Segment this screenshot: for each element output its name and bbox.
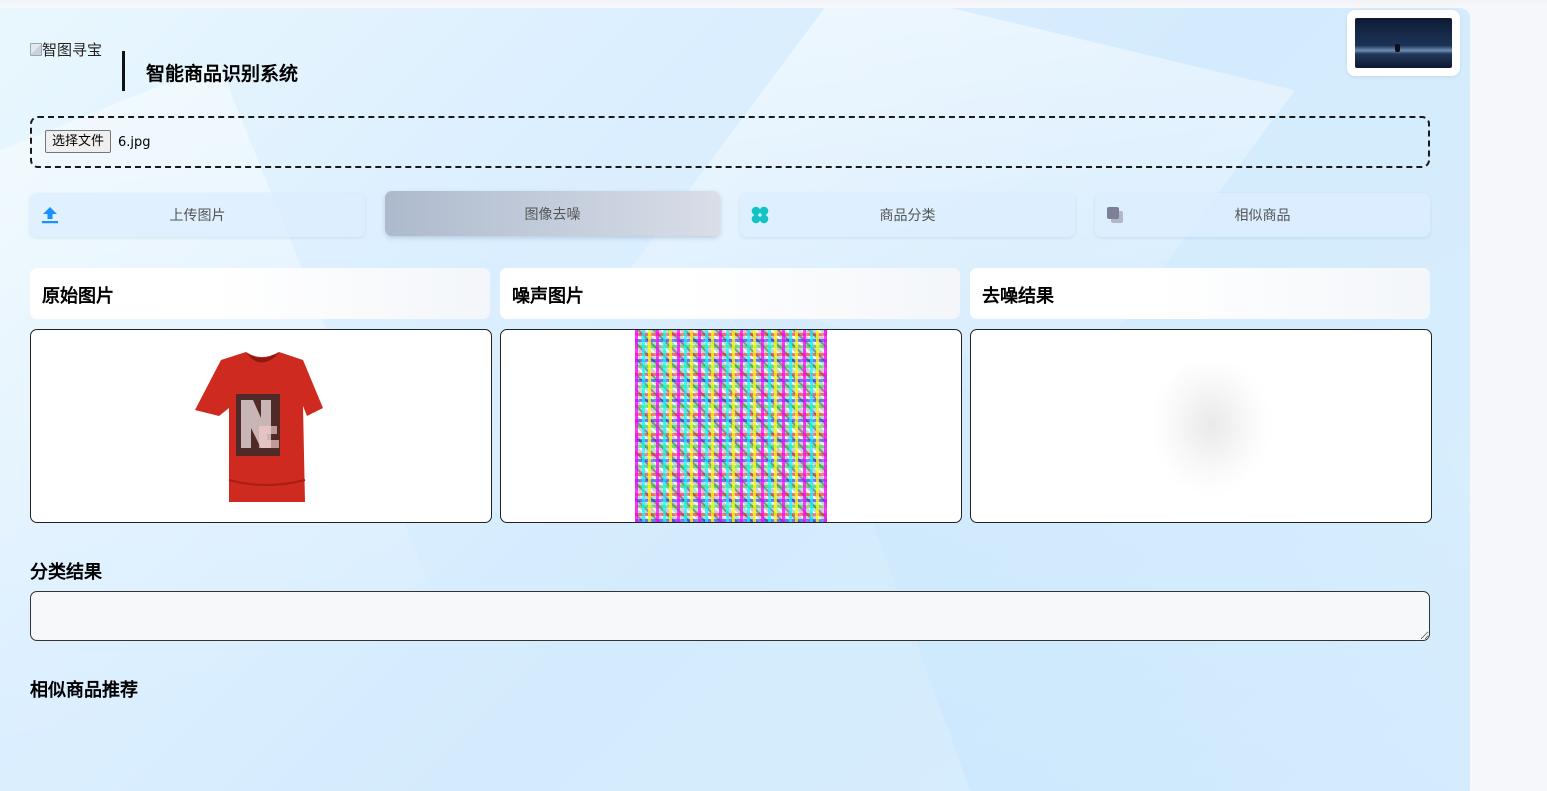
similar-products-label: 相似商品 [1234, 208, 1291, 224]
similar-products-title: 相似商品推荐 [30, 680, 138, 701]
classification-result-title: 分类结果 [30, 562, 102, 583]
selected-file-name: 6.jpg [118, 135, 151, 150]
page-title: 智能商品识别系统 [146, 63, 299, 85]
upload-image-button[interactable]: 上传图片 [30, 193, 365, 237]
avatar[interactable] [1347, 10, 1460, 76]
noise-image-panel [500, 329, 962, 523]
file-drop-zone[interactable]: 选择文件 6.jpg [30, 116, 1430, 168]
broken-image-icon [30, 43, 42, 56]
avatar-image [1355, 18, 1452, 68]
denoise-image-label: 图像去噪 [524, 206, 581, 223]
original-image-header: 原始图片 [30, 268, 490, 319]
red-tshirt-image [195, 352, 323, 502]
copy-icon [1107, 207, 1123, 223]
noisy-image [635, 330, 827, 522]
classify-product-button[interactable]: 商品分类 [740, 193, 1075, 237]
logo-alt-text: 智图寻宝 [42, 41, 103, 59]
similar-products-button[interactable]: 相似商品 [1095, 193, 1430, 237]
denoise-result-header: 去噪结果 [970, 268, 1430, 319]
upload-icon [42, 207, 58, 224]
clover-icon [751, 206, 769, 224]
classify-product-label: 商品分类 [879, 208, 936, 224]
header-divider [122, 51, 125, 91]
noise-image-header: 噪声图片 [500, 268, 960, 319]
choose-file-button[interactable]: 选择文件 [45, 130, 112, 153]
upload-image-label: 上传图片 [169, 208, 226, 224]
original-image-panel [30, 329, 492, 523]
classification-result-textarea[interactable] [30, 591, 1430, 641]
denoised-image [1151, 366, 1271, 496]
logo-broken-image: 智图寻宝 [30, 40, 105, 86]
browser-top-strip [0, 0, 1547, 8]
denoise-image-button[interactable]: 图像去噪 [385, 191, 720, 236]
denoise-result-panel [970, 329, 1432, 523]
